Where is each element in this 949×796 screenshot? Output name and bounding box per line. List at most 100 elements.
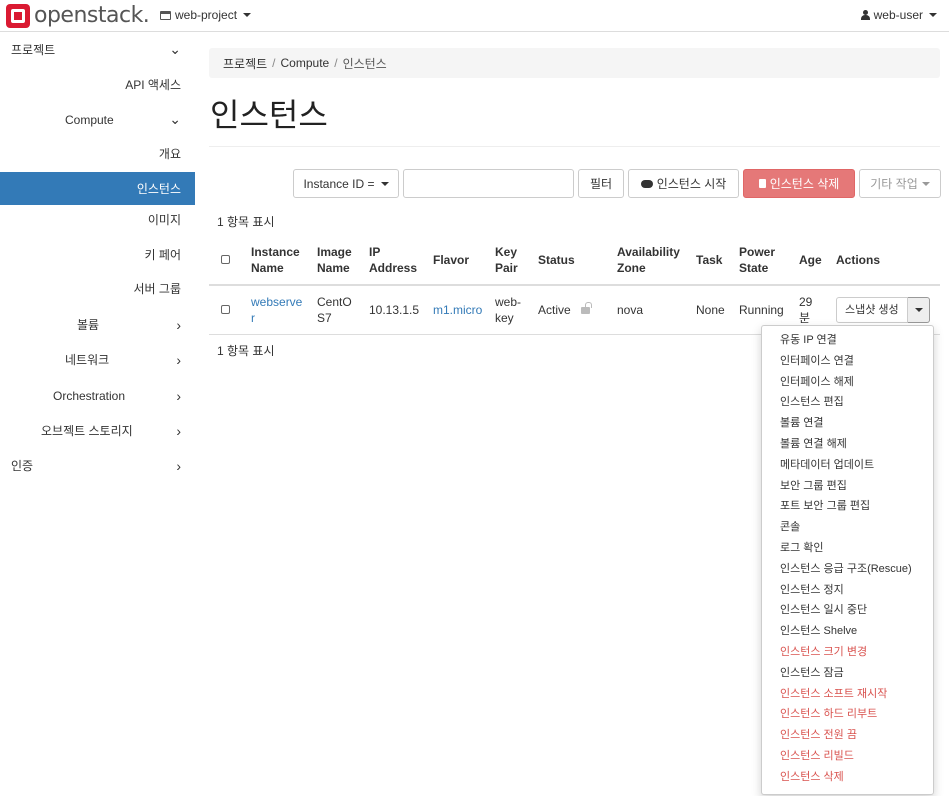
sidebar-item-server-groups[interactable]: 서버 그룹	[0, 272, 195, 305]
menu-item-shut-off[interactable]: 인스턴스 전원 끔	[762, 725, 933, 746]
column-header[interactable]: Power State	[733, 236, 793, 286]
divider	[209, 146, 940, 147]
chevron-right-icon: ›	[176, 457, 181, 474]
sidebar-item-overview[interactable]: 개요	[0, 137, 195, 170]
menu-item-hard-reboot[interactable]: 인스턴스 하드 리부트	[762, 704, 933, 725]
flavor-cell: m1.micro	[427, 285, 489, 335]
sidebar-item-label: 서버 그룹	[133, 282, 182, 296]
more-actions-label: 기타 작업	[870, 177, 918, 191]
sidebar-item-object-storage[interactable]: 오브젝트 스토리지 ›	[0, 414, 195, 447]
menu-item-edit-port-security-groups[interactable]: 포트 보안 그룹 편집	[762, 496, 933, 517]
menu-item-view-log[interactable]: 로그 확인	[762, 538, 933, 559]
column-header[interactable]: Task	[690, 236, 733, 286]
select-all-header	[209, 236, 245, 286]
table-header-row: Instance Name Image Name IP Address Flav…	[209, 236, 940, 286]
menu-item-delete-instance[interactable]: 인스턴스 삭제	[762, 767, 933, 788]
menu-item-soft-reboot[interactable]: 인스턴스 소프트 재시작	[762, 684, 933, 705]
sidebar-item-identity[interactable]: 인증 ›	[0, 449, 195, 482]
select-all-checkbox[interactable]	[221, 255, 230, 264]
row-actions-toggle[interactable]	[907, 296, 930, 323]
menu-item-shelve-instance[interactable]: 인스턴스 Shelve	[762, 621, 933, 642]
create-snapshot-button[interactable]: 스냅샷 생성	[836, 296, 908, 323]
filter-field-select[interactable]: Instance ID =	[293, 169, 399, 198]
menu-item-pause-instance[interactable]: 인스턴스 정지	[762, 580, 933, 601]
flavor-link[interactable]: m1.micro	[433, 303, 482, 317]
menu-item-console[interactable]: 콘솔	[762, 517, 933, 538]
menu-item-attach-interface[interactable]: 인터페이스 연결	[762, 351, 933, 372]
openstack-logo[interactable]: openstack.	[6, 3, 150, 28]
instances-table: Instance Name Image Name IP Address Flav…	[209, 236, 940, 335]
zone-cell: nova	[611, 285, 690, 335]
launch-instance-label: 인스턴스 시작	[656, 177, 727, 191]
menu-item-edit-instance[interactable]: 인스턴스 편집	[762, 392, 933, 413]
status-cell: Active	[532, 285, 611, 335]
column-header[interactable]: Status	[532, 236, 611, 286]
chevron-down-icon	[380, 181, 389, 186]
project-switcher[interactable]: web-project	[160, 8, 252, 22]
sidebar-item-project[interactable]: 프로젝트 ⌄	[0, 33, 195, 66]
column-header[interactable]: Availability Zone	[611, 236, 690, 286]
breadcrumb-compute[interactable]: Compute	[281, 56, 330, 70]
task-cell: None	[690, 285, 733, 335]
sidebar-item-label: 개요	[158, 147, 181, 161]
more-actions-button[interactable]: 기타 작업	[859, 169, 941, 198]
sidebar-item-images[interactable]: 이미지	[0, 203, 195, 236]
menu-item-lock-instance[interactable]: 인스턴스 잠금	[762, 663, 933, 684]
sidebar-item-key-pairs[interactable]: 키 페어	[0, 238, 195, 271]
cloud-upload-icon	[640, 179, 653, 188]
menu-item-detach-interface[interactable]: 인터페이스 해제	[762, 372, 933, 393]
filter-search-input[interactable]	[403, 169, 574, 198]
menu-item-rescue-instance[interactable]: 인스턴스 응급 구조(Rescue)	[762, 559, 933, 580]
sidebar-item-volumes[interactable]: 볼륨 ›	[0, 308, 195, 341]
sidebar-item-label: 네트워크	[65, 353, 110, 367]
column-header: Actions	[830, 236, 940, 286]
row-actions-menu: 유동 IP 연결 인터페이스 연결 인터페이스 해제 인스턴스 편집 볼륨 연결…	[761, 325, 934, 795]
instance-name-cell: webserver	[245, 285, 311, 335]
breadcrumb-current: 인스턴스	[342, 56, 387, 71]
filter-button[interactable]: 필터	[578, 169, 624, 198]
chevron-down-icon: ⌄	[169, 111, 181, 127]
breadcrumb-project[interactable]: 프로젝트	[223, 55, 267, 72]
sidebar-item-label: Compute	[65, 112, 114, 127]
status-text: Active	[538, 302, 571, 317]
menu-item-rebuild[interactable]: 인스턴스 리빌드	[762, 746, 933, 767]
column-header[interactable]: Key Pair	[489, 236, 532, 286]
column-header[interactable]: Instance Name	[245, 236, 311, 286]
sidebar-item-instances[interactable]: 인스턴스	[0, 172, 195, 205]
sidebar-item-network[interactable]: 네트워크 ›	[0, 343, 195, 376]
sidebar-item-compute[interactable]: Compute ⌄	[0, 103, 195, 136]
user-menu[interactable]: web-user	[860, 8, 937, 22]
menu-item-attach-volume[interactable]: 볼륨 연결	[762, 413, 933, 434]
sidebar-item-orchestration[interactable]: Orchestration ›	[0, 379, 195, 412]
menu-item-resize-instance[interactable]: 인스턴스 크기 변경	[762, 642, 933, 663]
row-action-group: 스냅샷 생성	[836, 296, 934, 323]
menu-item-associate-floating-ip[interactable]: 유동 IP 연결	[762, 330, 933, 351]
chevron-down-icon: ⌄	[169, 41, 181, 57]
launch-instance-button[interactable]: 인스턴스 시작	[628, 169, 739, 198]
sidebar-item-label: 볼륨	[77, 318, 100, 332]
sidebar-item-api-access[interactable]: API 액세스	[0, 68, 195, 101]
chevron-right-icon: ›	[176, 351, 181, 368]
key-pair-cell: web-key	[489, 285, 532, 335]
chevron-right-icon: ›	[176, 316, 181, 333]
instance-name-link[interactable]: webserver	[251, 295, 302, 325]
sidebar-item-label: Orchestration	[53, 388, 126, 403]
top-navbar: openstack. web-project web-user	[0, 0, 949, 32]
menu-item-update-metadata[interactable]: 메타데이터 업데이트	[762, 455, 933, 476]
column-header[interactable]: Flavor	[427, 236, 489, 286]
column-header[interactable]: Image Name	[311, 236, 363, 286]
page-title: 인스턴스	[210, 96, 328, 134]
project-icon	[160, 10, 171, 20]
ip-address-cell: 10.13.1.5	[363, 285, 427, 335]
trash-icon	[758, 179, 766, 188]
filter-field-label: Instance ID =	[303, 176, 375, 191]
row-checkbox[interactable]	[221, 304, 230, 314]
menu-item-suspend-instance[interactable]: 인스턴스 일시 중단	[762, 600, 933, 621]
sidebar-item-label: 인증	[11, 459, 34, 473]
column-header[interactable]: IP Address	[363, 236, 427, 286]
menu-item-detach-volume[interactable]: 볼륨 연결 해제	[762, 434, 933, 455]
menu-item-edit-security-groups[interactable]: 보안 그룹 편집	[762, 476, 933, 497]
column-header[interactable]: Age	[793, 236, 830, 286]
chevron-down-icon	[929, 13, 937, 17]
delete-instances-button[interactable]: 인스턴스 삭제	[743, 169, 855, 198]
